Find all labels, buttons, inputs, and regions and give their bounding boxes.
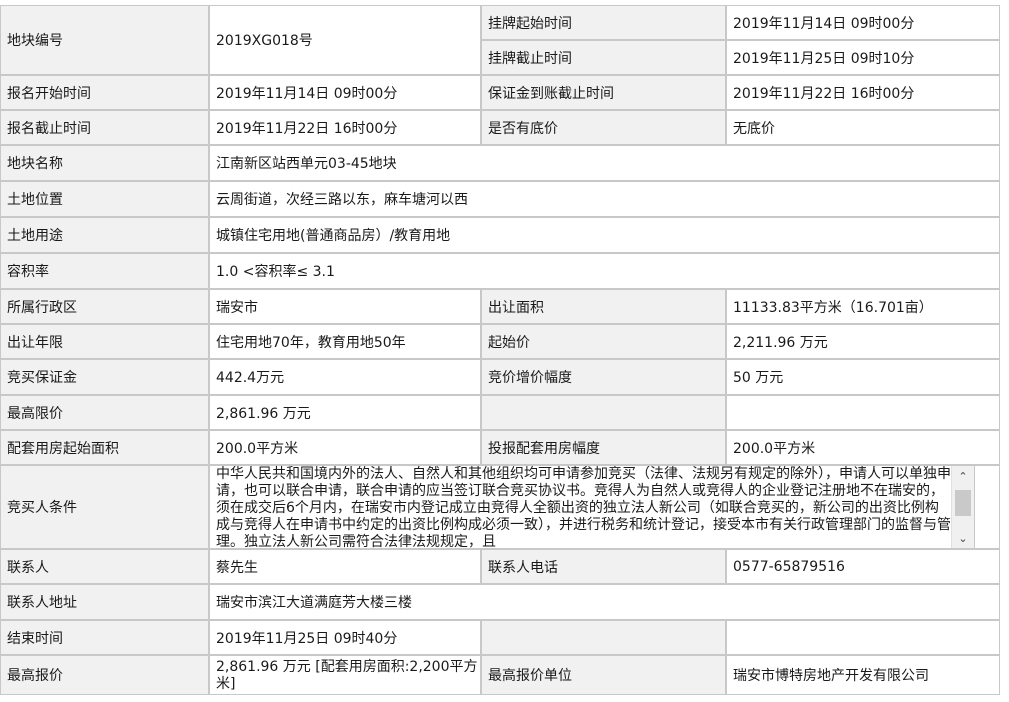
bid-deposit-label: 竞买保证金 <box>0 359 209 395</box>
bidder-cond-text: 中华人民共和国境内外的法人、自然人和其他组织均可申请参加竞买（法律、法规另有规定… <box>216 466 951 549</box>
location-label: 土地位置 <box>0 181 209 217</box>
contact-label: 联系人 <box>0 549 209 584</box>
increment-value: 50 万元 <box>726 359 1000 395</box>
term-label: 出让年限 <box>0 324 209 359</box>
housing-step-label: 投报配套用房幅度 <box>481 430 726 465</box>
parcel-no-value: 2019XG018号 <box>209 5 481 75</box>
top-bid-label: 最高报价 <box>0 655 209 695</box>
housing-start-label: 配套用房起始面积 <box>0 430 209 465</box>
phone-value: 0577-65879516 <box>726 549 1000 584</box>
max-price-label: 最高限价 <box>0 395 209 430</box>
address-value: 瑞安市滨江大道满庭芳大楼三楼 <box>209 584 1000 620</box>
phone-label: 联系人电话 <box>481 549 726 584</box>
listing-start-label: 挂牌起始时间 <box>481 5 726 40</box>
address-label: 联系人地址 <box>0 584 209 620</box>
start-price-label: 起始价 <box>481 324 726 359</box>
max-price-value: 2,861.96 万元 <box>209 395 481 430</box>
bidder-cond-label: 竞买人条件 <box>0 465 209 549</box>
name-label: 地块名称 <box>0 145 209 181</box>
contact-value: 蔡先生 <box>209 549 481 584</box>
empty-cell <box>481 395 726 430</box>
deposit-deadline-value: 2019年11月22日 16时00分 <box>726 75 1000 110</box>
housing-start-value: 200.0平方米 <box>209 430 481 465</box>
empty-cell <box>481 620 726 655</box>
chevron-up-icon[interactable]: ⌃ <box>952 466 974 486</box>
reserve-value: 无底价 <box>726 110 1000 145</box>
district-label: 所属行政区 <box>0 289 209 324</box>
listing-end-label: 挂牌截止时间 <box>481 40 726 75</box>
bidder-cond-scrollbox[interactable]: 中华人民共和国境内外的法人、自然人和其他组织均可申请参加竞买（法律、法规另有规定… <box>209 465 975 549</box>
reg-start-value: 2019年11月14日 09时00分 <box>209 75 481 110</box>
area-label: 出让面积 <box>481 289 726 324</box>
term-value: 住宅用地70年，教育用地50年 <box>209 324 481 359</box>
deposit-deadline-label: 保证金到账截止时间 <box>481 75 726 110</box>
empty-cell <box>726 395 1000 430</box>
listing-end-value: 2019年11月25日 09时10分 <box>726 40 1000 75</box>
end-time-label: 结束时间 <box>0 620 209 655</box>
end-time-value: 2019年11月25日 09时40分 <box>209 620 481 655</box>
name-value: 江南新区站西单元03-45地块 <box>209 145 1000 181</box>
reserve-label: 是否有底价 <box>481 110 726 145</box>
usage-value: 城镇住宅用地(普通商品房）/教育用地 <box>209 217 1000 253</box>
start-price-value: 2,211.96 万元 <box>726 324 1000 359</box>
chevron-down-icon[interactable]: ⌄ <box>952 528 974 548</box>
housing-step-value: 200.0平方米 <box>726 430 1000 465</box>
reg-start-label: 报名开始时间 <box>0 75 209 110</box>
location-value: 云周街道，次经三路以东，麻车塘河以西 <box>209 181 1000 217</box>
usage-label: 土地用途 <box>0 217 209 253</box>
reg-end-label: 报名截止时间 <box>0 110 209 145</box>
far-value: 1.0 <容积率≤ 3.1 <box>209 253 1000 289</box>
far-label: 容积率 <box>0 253 209 289</box>
increment-label: 竞价增价幅度 <box>481 359 726 395</box>
district-value: 瑞安市 <box>209 289 481 324</box>
parcel-no-label: 地块编号 <box>0 5 209 75</box>
vertical-scrollbar[interactable]: ⌃ ⌄ <box>951 466 974 548</box>
top-bid-value: 2,861.96 万元 [配套用房面积:2,200平方米] <box>209 655 481 695</box>
top-bidder-label: 最高报价单位 <box>481 655 726 695</box>
listing-start-value: 2019年11月14日 09时00分 <box>726 5 1000 40</box>
area-value: 11133.83平方米（16.701亩） <box>726 289 1000 324</box>
empty-cell <box>726 620 1000 655</box>
scrollbar-thumb[interactable] <box>955 490 971 516</box>
reg-end-value: 2019年11月22日 16时00分 <box>209 110 481 145</box>
top-bidder-value: 瑞安市博特房地产开发有限公司 <box>726 655 1000 695</box>
bid-deposit-value: 442.4万元 <box>209 359 481 395</box>
